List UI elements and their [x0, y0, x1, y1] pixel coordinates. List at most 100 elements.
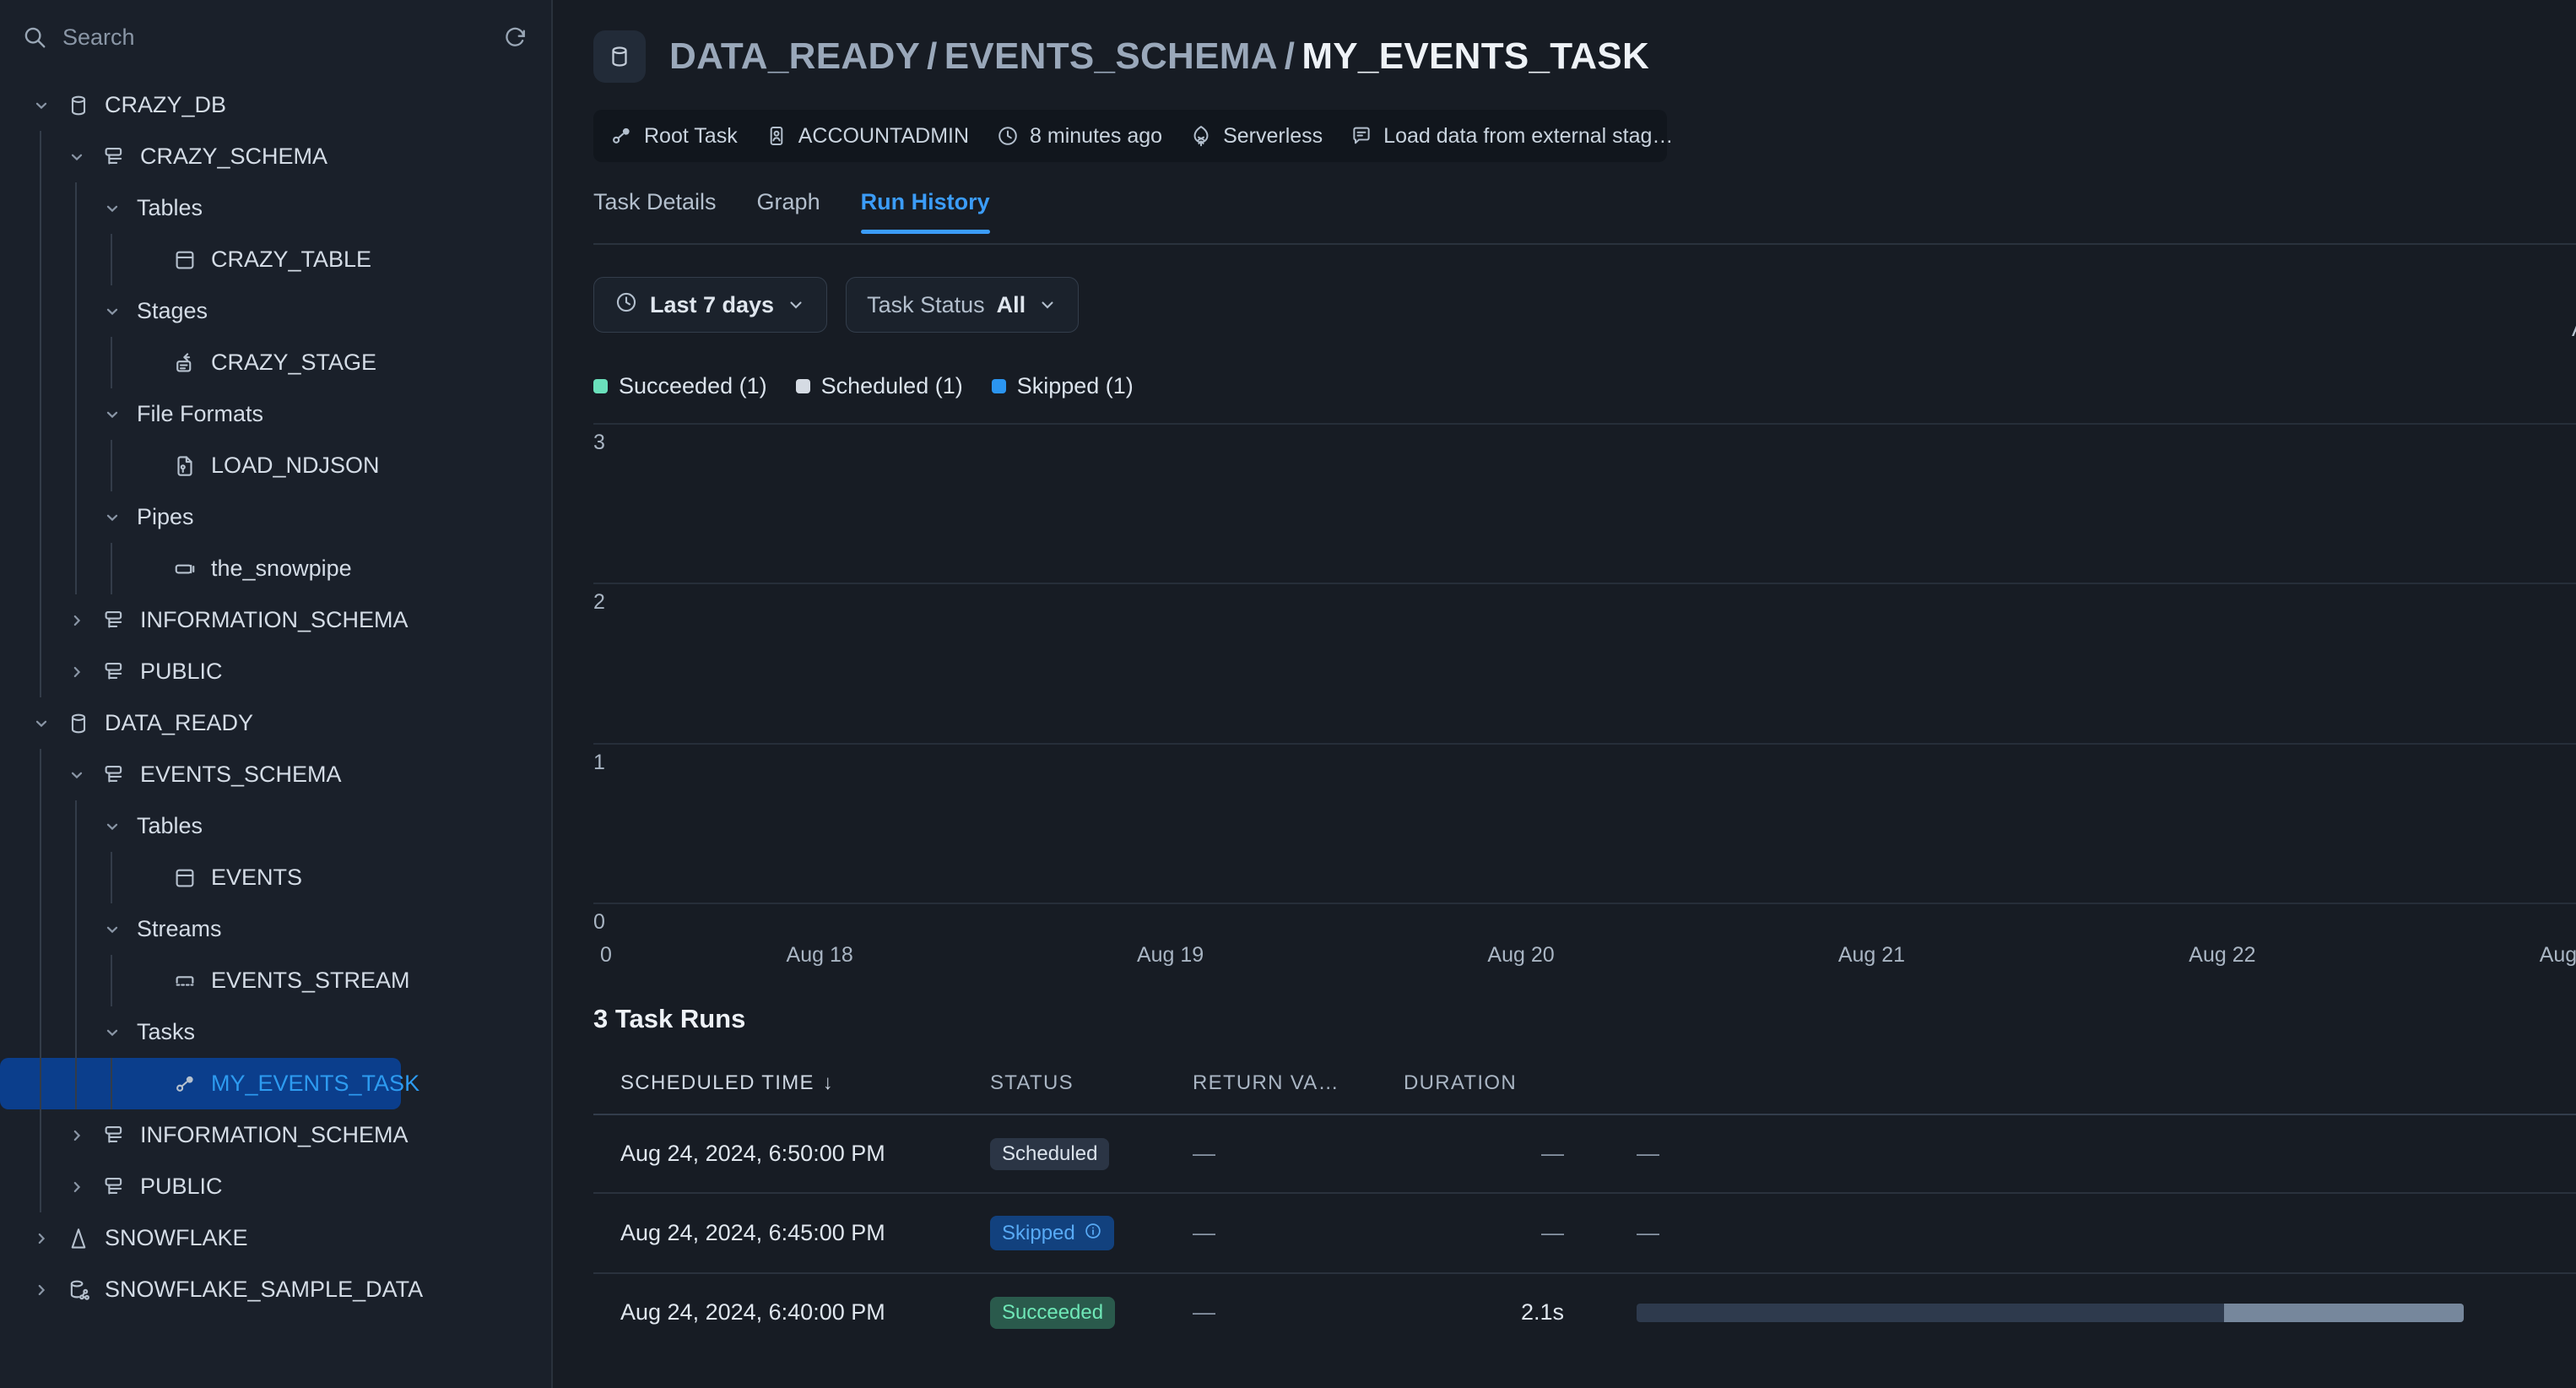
duration-bar — [1637, 1303, 2464, 1322]
sidebar-item-crazy-db[interactable]: CRAZY_DB — [0, 79, 551, 131]
y-axis-tick-label: 3 — [593, 431, 605, 454]
sidebar-item-label: Pipes — [137, 504, 194, 529]
database-icon — [66, 93, 91, 118]
sidebar-item-tables[interactable]: Tables — [0, 800, 551, 852]
sidebar-item-label: EVENTS — [211, 865, 303, 890]
breadcrumb-database[interactable]: DATA_READY — [669, 35, 920, 77]
sidebar-item-streams[interactable]: Streams — [0, 903, 551, 955]
cell-return-value: — — [1193, 1114, 1404, 1194]
chevron-right-icon[interactable] — [66, 661, 88, 683]
sidebar-item-events-stream[interactable]: EVENTS_STREAM — [0, 955, 551, 1006]
chevron-down-icon[interactable] — [101, 404, 123, 426]
cell-duration-bar — [1564, 1273, 2576, 1351]
chevron-down-icon — [786, 295, 806, 315]
app-root: CRAZY_DB CRAZY_SCHEMA Tables CRAZY_TABLE Sta… — [0, 0, 2576, 1388]
legend-item-skipped[interactable]: Skipped (1) — [991, 373, 1134, 399]
column-header-label: SCHEDULED TIME — [620, 1071, 814, 1094]
sidebar-item-events-schema[interactable]: EVENTS_SCHEMA — [0, 749, 551, 800]
sidebar-item-events[interactable]: EVENTS — [0, 852, 551, 903]
sidebar-item-tasks[interactable]: Tasks — [0, 1006, 551, 1058]
info-icon[interactable] — [1084, 1222, 1102, 1244]
table-row[interactable]: Aug 24, 2024, 6:50:00 PM Scheduled — — — — [593, 1114, 2576, 1194]
sidebar-item-stages[interactable]: Stages — [0, 285, 551, 337]
sidebar-item-crazy-table[interactable]: CRAZY_TABLE — [0, 234, 551, 285]
sidebar-item-crazy-stage[interactable]: CRAZY_STAGE — [0, 337, 551, 388]
sort-desc-icon: ↓ — [822, 1071, 835, 1094]
tree-indent-guide — [75, 182, 77, 594]
account-task-history-link[interactable]: Account Task History — [2572, 314, 2576, 343]
sidebar-item-crazy-schema[interactable]: CRAZY_SCHEMA — [0, 131, 551, 182]
chevron-right-icon[interactable] — [66, 610, 88, 632]
sidebar-item-label: CRAZY_SCHEMA — [140, 144, 328, 169]
sidebar-item-tables[interactable]: Tables — [0, 182, 551, 234]
tab-task-details[interactable]: Task Details — [593, 189, 717, 232]
sidebar-item-snowflake[interactable]: SNOWFLAKE — [0, 1212, 551, 1264]
legend-item-scheduled[interactable]: Scheduled (1) — [795, 373, 963, 399]
chevron-down-icon[interactable] — [66, 764, 88, 786]
tab-graph[interactable]: Graph — [757, 189, 820, 232]
breadcrumb-schema[interactable]: EVENTS_SCHEMA — [944, 35, 1278, 77]
sidebar-item-load-ndjson[interactable]: LOAD_NDJSON — [0, 440, 551, 491]
chevron-right-icon[interactable] — [30, 1279, 52, 1301]
sidebar-item-information-schema[interactable]: INFORMATION_SCHEMA — [0, 594, 551, 646]
schema-icon — [101, 608, 127, 633]
table-body: Aug 24, 2024, 6:50:00 PM Scheduled — — — Aug … — [593, 1114, 2576, 1351]
legend-swatch — [593, 379, 608, 393]
column-header-label: STATUS — [990, 1071, 1074, 1094]
time-range-filter[interactable]: Last 7 days — [593, 277, 828, 333]
sidebar-item-information-schema[interactable]: INFORMATION_SCHEMA — [0, 1109, 551, 1161]
chevron-down-icon[interactable] — [30, 713, 52, 735]
y-axis-tick-label: 0 — [593, 910, 605, 934]
task-icon — [609, 123, 634, 149]
chevron-down-icon[interactable] — [101, 301, 123, 323]
cell-status: Skipped — [990, 1193, 1193, 1274]
tab-run-history[interactable]: Run History — [860, 189, 990, 234]
sidebar-item-file-formats[interactable]: File Formats — [0, 388, 551, 440]
chevron-down-icon[interactable] — [66, 146, 88, 168]
chevron-down-icon[interactable] — [101, 198, 123, 220]
table-row[interactable]: Aug 24, 2024, 6:45:00 PM Skipped — — — — [593, 1193, 2576, 1274]
chevron-down-icon[interactable] — [30, 95, 52, 117]
table-row[interactable]: Aug 24, 2024, 6:40:00 PM Succeeded — 2.1s — [593, 1273, 2576, 1351]
column-header-duration[interactable]: DURATION — [1404, 1063, 1564, 1115]
chevron-down-icon[interactable] — [101, 1022, 123, 1044]
legend-item-succeeded[interactable]: Succeeded (1) — [593, 373, 767, 399]
sidebar-item-public[interactable]: PUBLIC — [0, 646, 551, 697]
legend-label: Scheduled (1) — [820, 373, 963, 399]
sidebar-item-data-ready[interactable]: DATA_READY — [0, 697, 551, 749]
search-input[interactable] — [62, 24, 488, 51]
sidebar-item-my-events-task[interactable]: MY_EVENTS_TASK — [0, 1058, 419, 1109]
chevron-down-icon[interactable] — [101, 919, 123, 941]
cell-duration-bar: — — [1564, 1114, 2576, 1194]
refresh-icon[interactable] — [503, 25, 528, 50]
column-header-return-value[interactable]: RETURN VA… — [1193, 1063, 1404, 1115]
sidebar-item-public[interactable]: PUBLIC — [0, 1161, 551, 1212]
tree-indent-guide — [40, 749, 41, 1212]
column-header-status[interactable]: STATUS — [990, 1063, 1193, 1115]
user-icon — [765, 124, 788, 148]
sidebar-item-label: CRAZY_DB — [105, 92, 227, 117]
sidebar-item-label: Streams — [137, 916, 222, 941]
chevron-right-icon[interactable] — [66, 1125, 88, 1147]
chevron-right-icon[interactable] — [30, 1228, 52, 1250]
breadcrumb-object: MY_EVENTS_TASK — [1302, 35, 1650, 77]
sidebar-item-label: EVENTS_STREAM — [211, 968, 410, 993]
chevron-down-icon[interactable] — [101, 816, 123, 838]
sidebar-item-label: SNOWFLAKE_SAMPLE_DATA — [105, 1277, 424, 1302]
meta-chip-serverless: Serverless — [1189, 124, 1323, 149]
column-header-scheduled-time[interactable]: SCHEDULED TIME ↓ — [593, 1063, 990, 1115]
chevron-right-icon[interactable] — [66, 1176, 88, 1198]
task-status-filter[interactable]: Task Status All — [846, 277, 1080, 333]
tree-indent-guide — [111, 337, 112, 388]
chevron-down-icon[interactable] — [101, 507, 123, 529]
sidebar-item-the-snowpipe[interactable]: the_snowpipe — [0, 543, 551, 594]
meta-chip-label: Load data from external stag… — [1383, 123, 1674, 148]
x-axis-tick-label: Aug 21 — [1837, 943, 1906, 967]
sidebar-item-pipes[interactable]: Pipes — [0, 491, 551, 543]
cell-scheduled-time: Aug 24, 2024, 6:40:00 PM — [620, 1299, 885, 1325]
tree-indent-guide — [111, 543, 112, 594]
cell-duration-bar: — — [1564, 1193, 2576, 1274]
serverless-icon — [1189, 124, 1213, 148]
meta-chip-accountadmin: ACCOUNTADMIN — [765, 124, 969, 149]
sidebar-item-snowflake-sample-data[interactable]: SNOWFLAKE_SAMPLE_DATA — [0, 1264, 551, 1315]
